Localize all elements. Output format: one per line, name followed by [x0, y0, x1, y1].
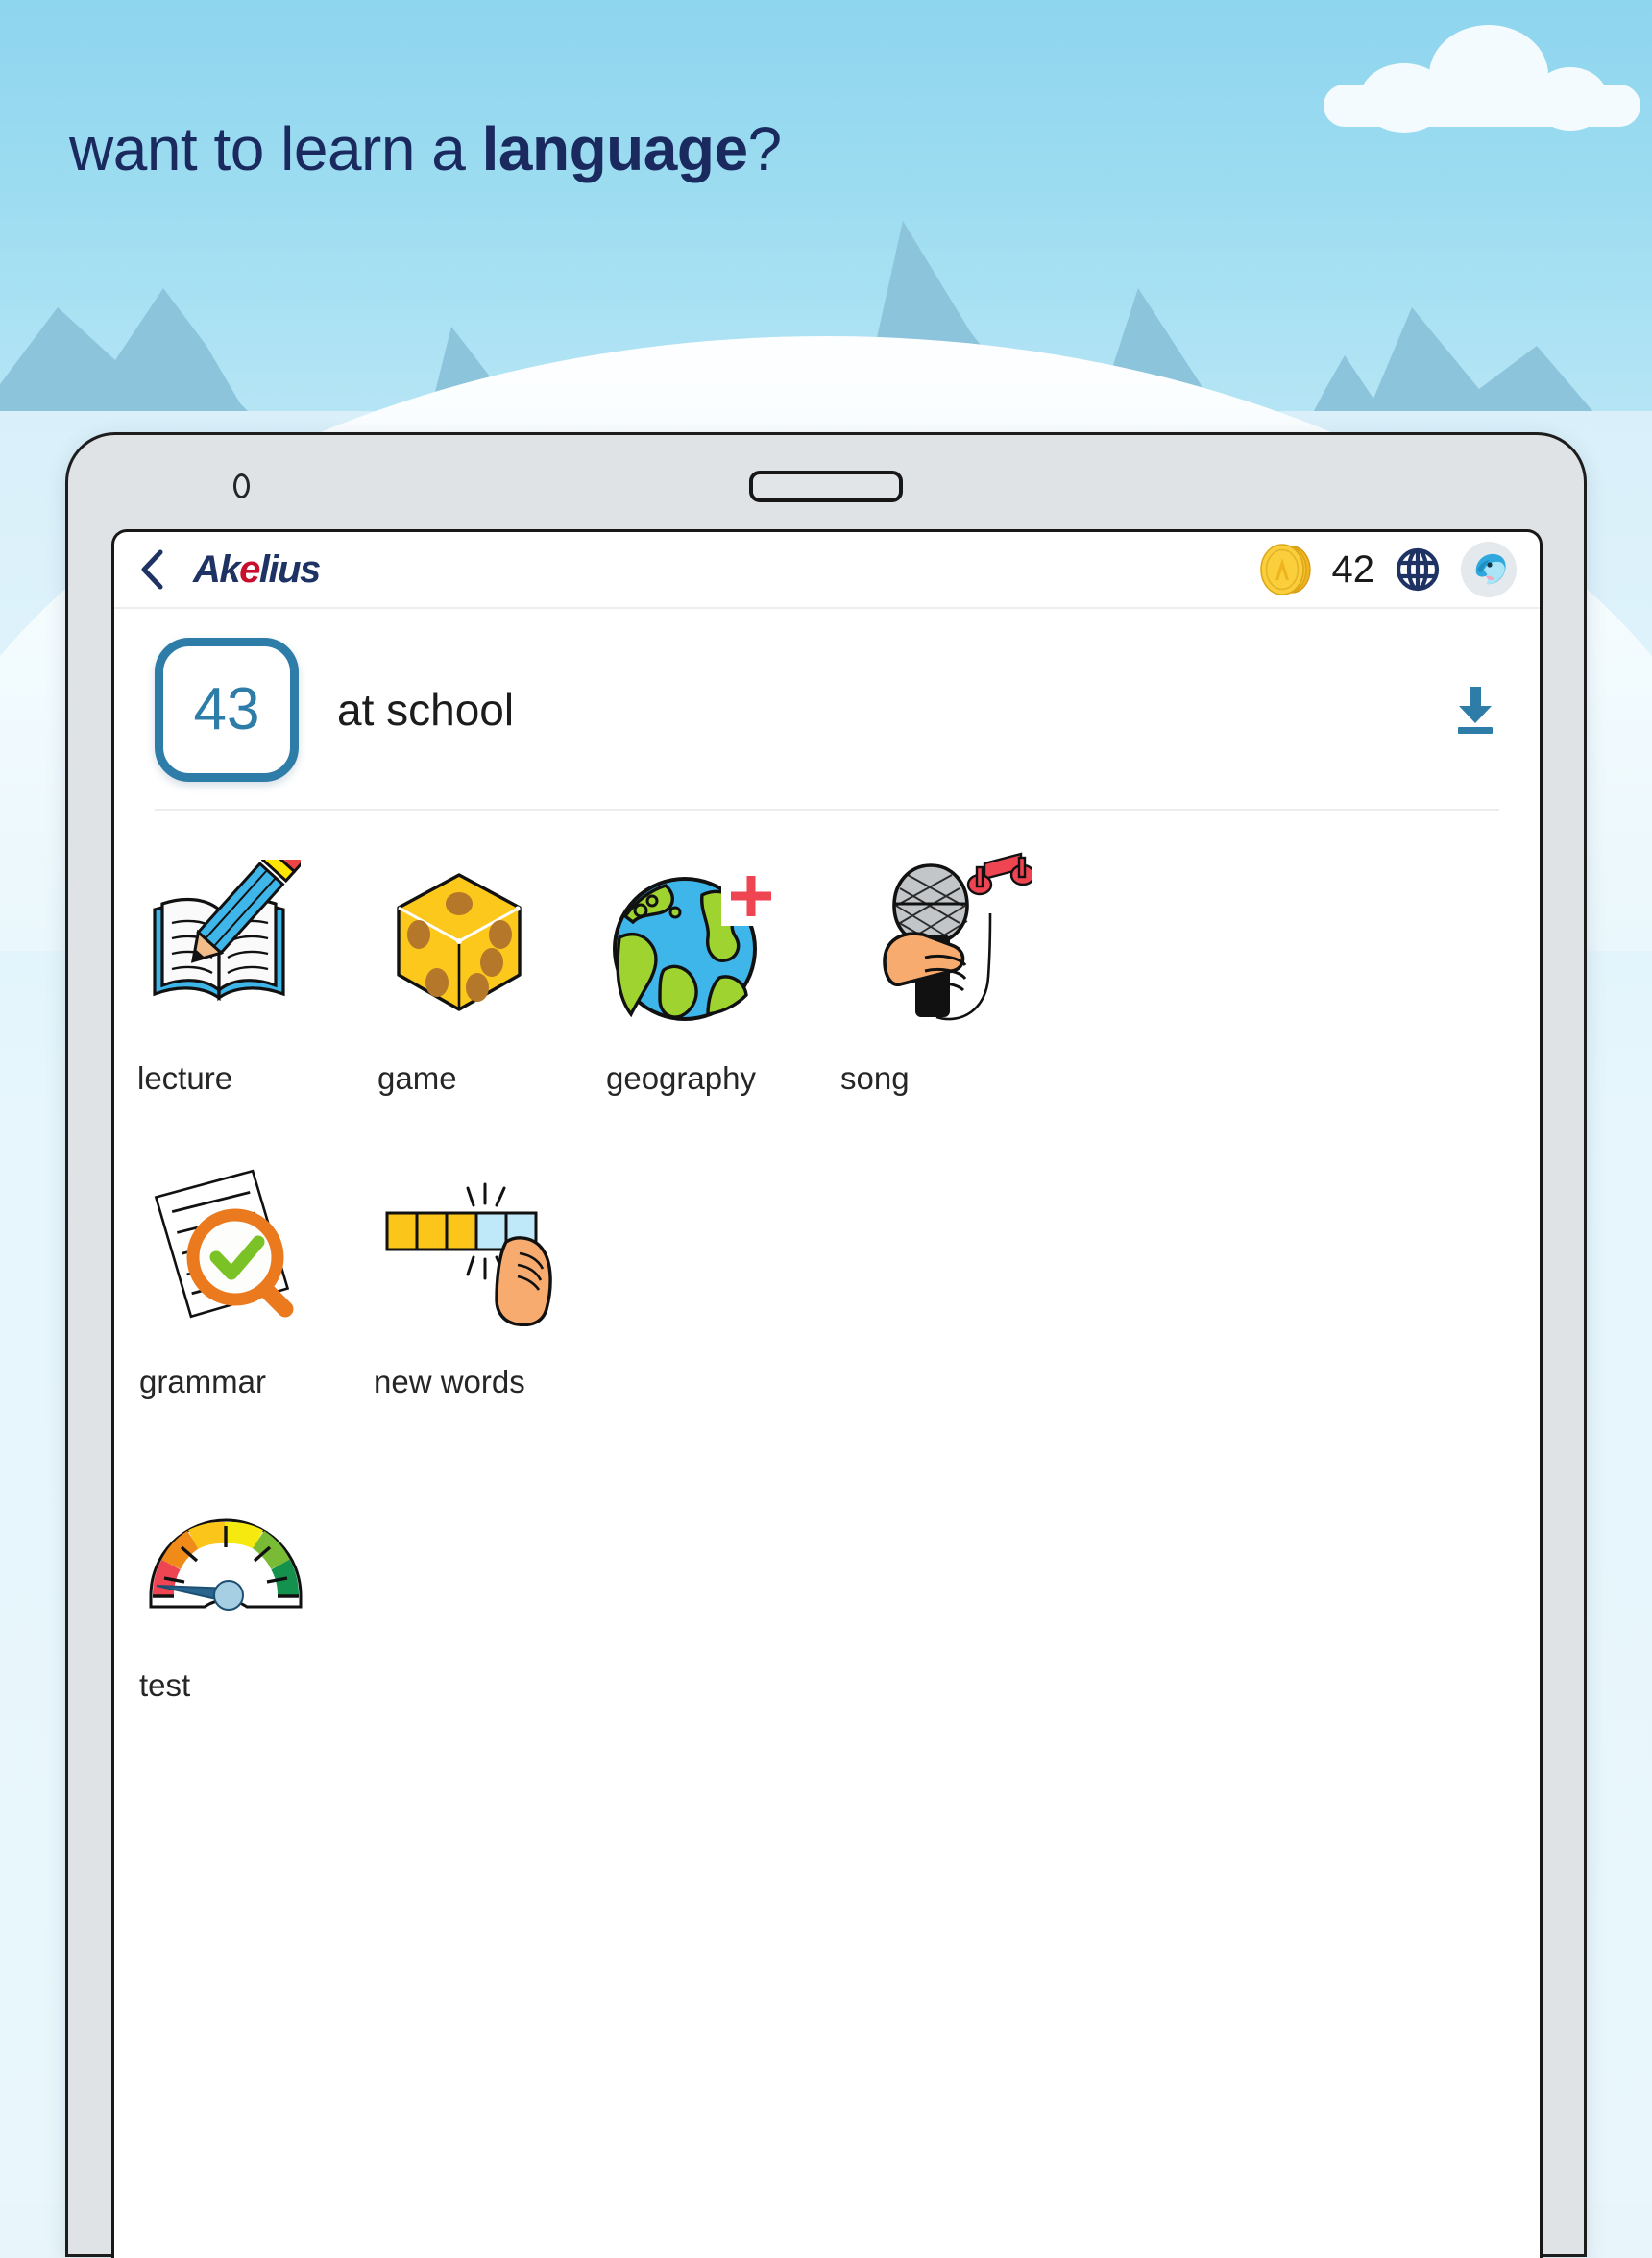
lesson-title: at school	[337, 685, 515, 735]
header-divider	[155, 809, 1499, 811]
download-button[interactable]	[1449, 683, 1501, 737]
gauge-icon[interactable]	[135, 1452, 349, 1644]
brand-accent-letter: e	[239, 548, 260, 591]
download-icon	[1458, 687, 1493, 734]
headline-tail: ?	[747, 114, 783, 183]
lesson-number: 43	[193, 676, 260, 742]
avatar[interactable]	[1461, 542, 1517, 597]
app-bar-actions: 42	[1257, 542, 1517, 597]
lesson-number-badge: 43	[155, 638, 299, 782]
activity-label: test	[139, 1667, 191, 1703]
activity-grid: lecture game geography song grammar new …	[114, 811, 1540, 1756]
brand-prefix: Ak	[193, 548, 241, 591]
activity-game[interactable]: game	[349, 845, 583, 1149]
dolphin-avatar-icon	[1461, 542, 1517, 597]
activity-label: new words	[374, 1364, 525, 1399]
activity-geography[interactable]: geography	[583, 845, 817, 1149]
activity-label: geography	[606, 1060, 756, 1096]
activity-label: song	[840, 1060, 910, 1096]
headline-bold: language	[481, 114, 748, 183]
microphone-music-icon[interactable]	[837, 845, 1052, 1037]
app-bar: Akelius 42	[114, 532, 1540, 609]
coin-count: 42	[1331, 548, 1375, 591]
activity-label: lecture	[137, 1060, 233, 1096]
activity-row: grammar new words	[114, 1149, 1540, 1452]
cloud-shape	[1324, 25, 1640, 133]
book-pencil-icon[interactable]	[134, 845, 349, 1037]
brand-suffix: lius	[258, 548, 321, 591]
lesson-header: 43 at school	[114, 609, 1540, 811]
akelius-logo: Akelius	[193, 548, 321, 591]
activity-grammar[interactable]: grammar	[114, 1149, 349, 1452]
activity-test[interactable]: test	[114, 1452, 349, 1756]
tablet-device-frame: Akelius 42 43 at school lecture game geo…	[65, 432, 1587, 2258]
headline-plain: want to learn a	[69, 114, 482, 183]
activity-row: lecture game geography song	[114, 845, 1540, 1149]
camera-icon	[233, 473, 250, 498]
globe-icon	[1396, 547, 1440, 592]
chevron-left-icon	[141, 549, 163, 590]
back-button[interactable]	[134, 549, 170, 590]
speaker-slot	[749, 471, 903, 502]
activity-label: grammar	[139, 1364, 267, 1399]
globe-plus-icon[interactable]	[602, 845, 817, 1037]
tablet-screen: Akelius 42 43 at school lecture game geo…	[111, 529, 1543, 2258]
document-magnifier-check-icon[interactable]	[135, 1149, 349, 1341]
page-title: want to learn a language?	[69, 113, 782, 184]
dice-icon[interactable]	[374, 845, 583, 1037]
progress-bar-hand-icon[interactable]	[370, 1149, 583, 1341]
activity-lecture[interactable]: lecture	[114, 845, 349, 1149]
activity-new-words[interactable]: new words	[349, 1149, 583, 1452]
activity-row: test	[114, 1452, 1540, 1756]
activity-song[interactable]: song	[817, 845, 1052, 1149]
coin-icon	[1257, 542, 1313, 597]
globe-button[interactable]	[1396, 547, 1440, 592]
activity-label: game	[377, 1060, 457, 1096]
